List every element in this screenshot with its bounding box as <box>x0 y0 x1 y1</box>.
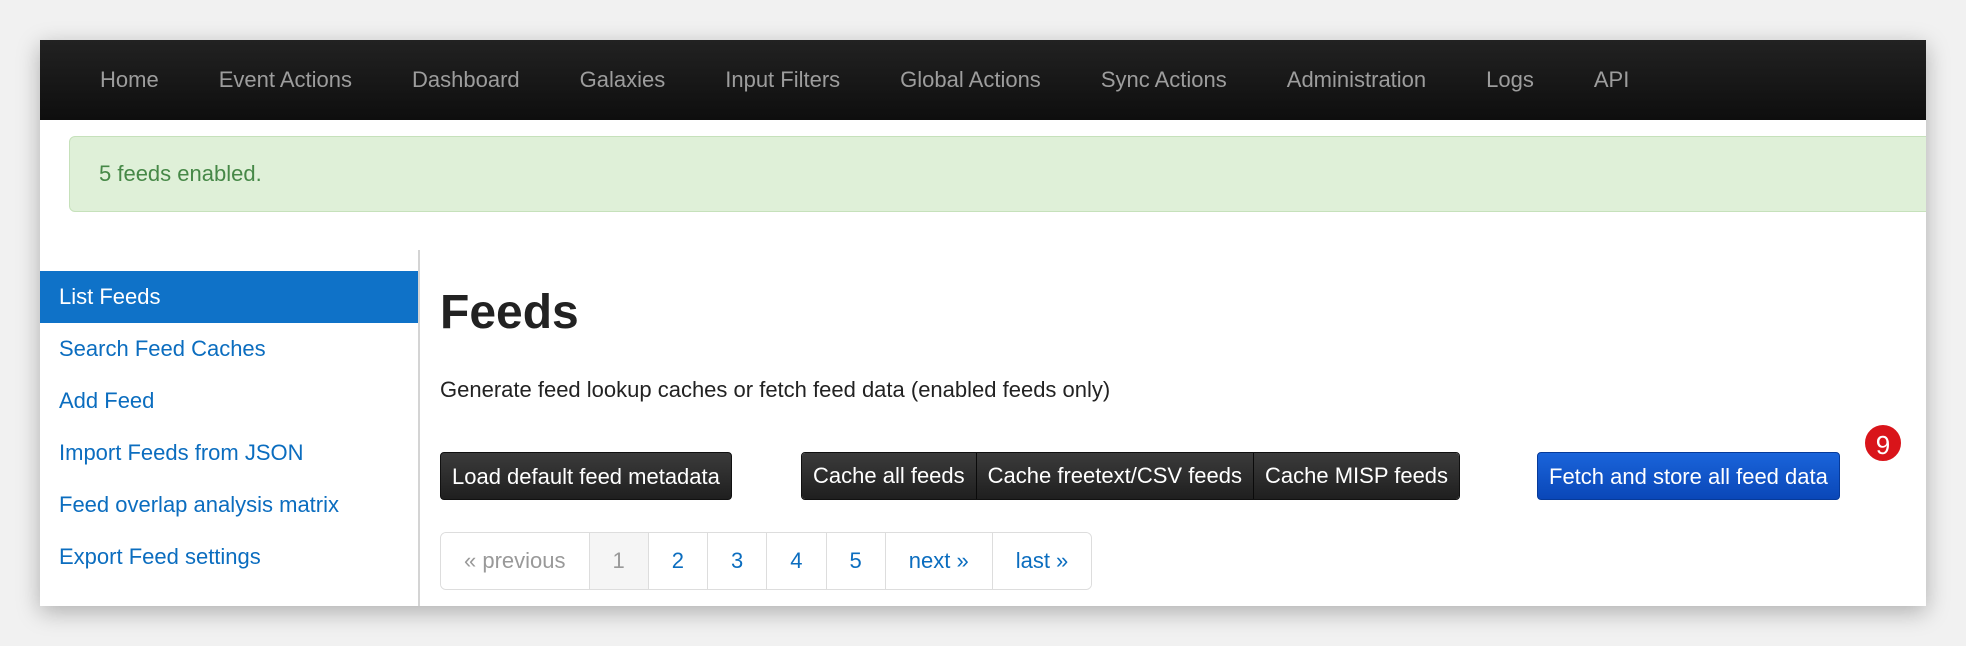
pagination-page-2[interactable]: 2 <box>647 533 708 589</box>
nav-event-actions[interactable]: Event Actions <box>189 40 382 120</box>
sidebar-item-feed-overlap-matrix[interactable]: Feed overlap analysis matrix <box>40 479 419 531</box>
browser-window: Home Event Actions Dashboard Galaxies In… <box>40 40 1926 606</box>
nav-global-actions[interactable]: Global Actions <box>870 40 1071 120</box>
nav-logs[interactable]: Logs <box>1456 40 1564 120</box>
pagination: « previous 1 2 3 4 5 next » last » <box>440 532 1093 590</box>
sidebar-divider <box>418 250 420 606</box>
fetch-store-all-feed-data-button[interactable]: Fetch and store all feed data <box>1537 452 1840 500</box>
sidebar-item-export-feed-settings[interactable]: Export Feed settings <box>40 531 419 583</box>
page-description: Generate feed lookup caches or fetch fee… <box>440 377 1111 402</box>
nav-input-filters[interactable]: Input Filters <box>695 40 870 120</box>
nav-api[interactable]: API <box>1564 40 1659 120</box>
pagination-page-3[interactable]: 3 <box>707 533 767 589</box>
success-alert: 5 feeds enabled. <box>69 136 1926 212</box>
sidebar: List Feeds Search Feed Caches Add Feed I… <box>40 271 419 583</box>
pagination-previous: « previous <box>441 533 589 589</box>
load-default-feed-metadata-button[interactable]: Load default feed metadata <box>440 452 732 500</box>
nav-sync-actions[interactable]: Sync Actions <box>1071 40 1257 120</box>
sidebar-item-add-feed[interactable]: Add Feed <box>40 375 419 427</box>
page-title: Feeds <box>440 286 579 339</box>
cache-button-group: Cache all feeds Cache freetext/CSV feeds… <box>801 452 1461 500</box>
nav-galaxies[interactable]: Galaxies <box>550 40 696 120</box>
nav-home[interactable]: Home <box>70 40 189 120</box>
alert-message: 5 feeds enabled. <box>99 161 262 186</box>
pagination-next[interactable]: next » <box>884 533 992 589</box>
nav-administration[interactable]: Administration <box>1257 40 1456 120</box>
sidebar-item-import-feeds-json[interactable]: Import Feeds from JSON <box>40 427 419 479</box>
notification-badge: 9 <box>1863 423 1903 463</box>
cache-freetext-csv-feeds-button[interactable]: Cache freetext/CSV feeds <box>975 453 1254 499</box>
sidebar-item-search-feed-caches[interactable]: Search Feed Caches <box>40 323 419 375</box>
nav-dashboard[interactable]: Dashboard <box>382 40 550 120</box>
top-navbar: Home Event Actions Dashboard Galaxies In… <box>40 40 1926 120</box>
pagination-page-5[interactable]: 5 <box>825 533 885 589</box>
cache-all-feeds-button[interactable]: Cache all feeds <box>802 453 976 499</box>
cache-misp-feeds-button[interactable]: Cache MISP feeds <box>1253 453 1460 499</box>
pagination-page-4[interactable]: 4 <box>766 533 826 589</box>
sidebar-item-list-feeds[interactable]: List Feeds <box>40 271 419 323</box>
pagination-page-1: 1 <box>588 533 648 589</box>
pagination-last[interactable]: last » <box>991 533 1092 589</box>
